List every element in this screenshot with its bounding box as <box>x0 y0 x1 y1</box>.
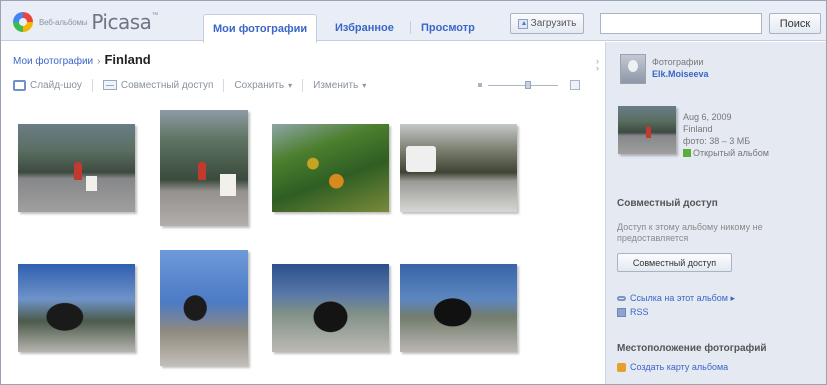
rss-link[interactable]: RSS <box>617 307 649 317</box>
album-visibility: Открытый альбом <box>683 147 769 159</box>
share-toolbar-label: Совместный доступ <box>120 79 214 91</box>
photo-subject <box>74 162 82 180</box>
picasa-pinwheel-icon <box>13 12 33 32</box>
photo-thumbnail[interactable] <box>160 250 248 366</box>
chevron-down-icon: ▾ <box>362 80 367 90</box>
share-toolbar-button[interactable]: Совместный доступ <box>102 79 214 91</box>
save-label: Сохранить <box>234 79 285 91</box>
edit-label: Изменить <box>313 79 359 91</box>
slideshow-label: Слайд-шоу <box>30 79 82 91</box>
edit-dropdown[interactable]: Изменить ▾ <box>313 80 366 91</box>
album-photo-count: фото: 38 – 3 МБ <box>683 136 751 146</box>
album-title: Finland <box>104 52 151 67</box>
share-icon <box>102 80 117 90</box>
public-album-icon <box>683 149 691 157</box>
rss-label: RSS <box>630 307 649 317</box>
sharing-heading: Совместный доступ <box>617 198 718 209</box>
photo-thumbnail[interactable] <box>18 264 135 352</box>
upload-button[interactable]: Загрузить <box>510 13 584 34</box>
picasa-logo[interactable]: Веб-альбомы Picasa ™ <box>13 10 188 34</box>
photo-subject <box>646 126 651 138</box>
slideshow-button[interactable]: Слайд-шоу <box>13 79 82 91</box>
avatar[interactable] <box>620 54 646 84</box>
tab-divider <box>410 21 411 34</box>
album-location: Finland <box>683 124 713 134</box>
upload-icon <box>517 18 528 29</box>
chevron-down-icon: ▾ <box>288 80 293 90</box>
save-dropdown[interactable]: Сохранить ▾ <box>234 80 292 91</box>
photo-thumbnail[interactable] <box>400 124 517 212</box>
album-visibility-label: Открытый альбом <box>693 148 769 158</box>
tab-my-photos[interactable]: Мои фотографии <box>203 14 318 43</box>
breadcrumb: Мои фотографии › Finland <box>13 52 151 67</box>
album-link-label: Ссылка на этот альбом ▸ <box>630 293 735 303</box>
photo-thumbnail[interactable] <box>160 110 248 226</box>
photo-location-heading: Местоположение фотографий <box>617 343 767 354</box>
tab-explore[interactable]: Просмотр <box>412 14 484 42</box>
photo-subject <box>406 146 436 172</box>
share-album-button[interactable]: Совместный доступ <box>617 253 732 272</box>
album-link[interactable]: Ссылка на этот альбом ▸ <box>617 293 735 304</box>
collapse-sidebar-icon[interactable]: › › <box>596 57 599 73</box>
toolbar-divider <box>302 78 304 92</box>
photo-thumbnail[interactable] <box>18 124 135 212</box>
breadcrumb-separator: › <box>97 56 101 67</box>
upload-label: Загрузить <box>530 18 577 29</box>
photo-subject <box>220 174 236 196</box>
link-icon <box>617 296 626 301</box>
search-button[interactable]: Поиск <box>769 13 821 34</box>
map-icon <box>617 362 626 372</box>
album-date: Aug 6, 2009 <box>683 112 732 122</box>
photo-thumbnail[interactable] <box>272 124 389 212</box>
search-input[interactable] <box>600 13 762 34</box>
photo-subject <box>86 176 97 191</box>
breadcrumb-my-photos-link[interactable]: Мои фотографии <box>13 56 93 67</box>
create-map-label: Создать карту альбома <box>630 362 729 372</box>
logo-wordmark: Picasa <box>91 10 152 34</box>
album-cover-image[interactable] <box>618 106 676 154</box>
slideshow-icon <box>13 79 26 91</box>
small-thumbnail-icon[interactable] <box>478 83 482 87</box>
rss-icon <box>617 307 626 317</box>
photo-subject <box>198 162 206 180</box>
logo-subtitle: Веб-альбомы <box>39 17 88 27</box>
toolbar-divider <box>223 78 225 92</box>
tab-favorites[interactable]: Избранное <box>326 14 403 42</box>
large-thumbnail-icon[interactable] <box>570 80 580 90</box>
thumbnail-size-slider[interactable] <box>478 79 584 91</box>
slider-handle[interactable] <box>525 81 531 89</box>
top-bar: Веб-альбомы Picasa ™ Мои фотографии Избр… <box>1 1 826 43</box>
album-info-sidebar: Фотографии Elk.Moiseeva Aug 6, 2009 Finl… <box>605 42 826 384</box>
album-toolbar: Слайд-шоу Совместный доступ Сохранить ▾ … <box>13 76 366 94</box>
owner-label: Фотографии <box>652 57 704 67</box>
photo-thumbnail[interactable] <box>400 264 517 352</box>
photo-thumbnail[interactable] <box>272 264 389 352</box>
sharing-status-note: Доступ к этому альбому никому не предост… <box>617 222 763 243</box>
toolbar-divider <box>91 78 93 92</box>
slider-track[interactable] <box>488 85 558 86</box>
create-map-link[interactable]: Создать карту альбома <box>617 362 728 372</box>
owner-name-link[interactable]: Elk.Moiseeva <box>652 69 709 79</box>
logo-trademark: ™ <box>151 12 159 19</box>
